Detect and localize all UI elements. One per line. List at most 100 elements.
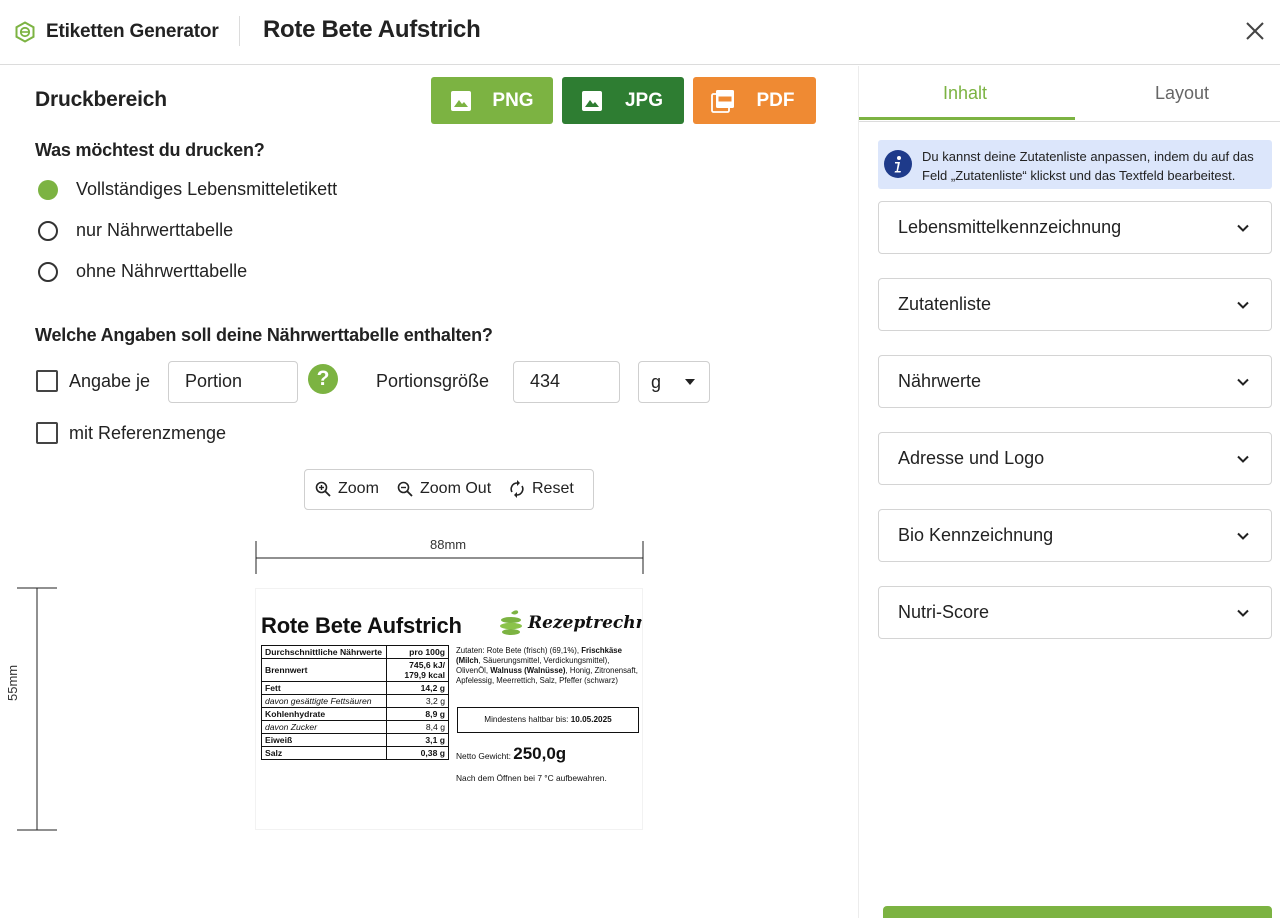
radio-button-selected[interactable] bbox=[38, 179, 58, 200]
reset-icon bbox=[510, 480, 524, 498]
image-icon bbox=[451, 91, 471, 111]
width-dimension-label: 88mm bbox=[430, 537, 467, 552]
accordion-nutri-score[interactable]: Nutri-Score bbox=[878, 586, 1272, 639]
accordion-address-logo[interactable]: Adresse und Logo bbox=[878, 432, 1272, 485]
nutrient-name: Fett bbox=[261, 681, 387, 695]
radio-full-label[interactable]: Vollständiges Lebensmitteletikett bbox=[38, 179, 337, 200]
radio-button[interactable] bbox=[38, 220, 58, 241]
nutrient-name: davon gesättigte Fettsäuren bbox=[261, 694, 387, 708]
nutrient-name: Kohlenhydrate bbox=[261, 707, 387, 721]
close-icon[interactable] bbox=[1242, 18, 1268, 44]
reset-button[interactable]: Reset bbox=[509, 480, 574, 498]
zoom-in-icon bbox=[315, 481, 331, 497]
storage-note: Nach dem Öffnen bei 7 °C aufbewahren. bbox=[456, 773, 607, 783]
accordion-nutrients[interactable]: Nährwerte bbox=[878, 355, 1272, 408]
app-header: Etiketten Generator Rote Bete Aufstrich bbox=[0, 0, 1280, 65]
reference-check-row[interactable]: mit Referenzmenge bbox=[36, 422, 226, 444]
table-row: davon Zucker 8,4 g bbox=[261, 720, 450, 734]
radio-label: nur Nährwerttabelle bbox=[76, 220, 234, 240]
print-area-panel: Druckbereich PNG JPG PDF Was möchtest du… bbox=[0, 66, 858, 918]
info-text: Du kannst deine Zutatenliste anpassen, i… bbox=[922, 149, 1254, 183]
nutrient-name: davon Zucker bbox=[261, 720, 387, 734]
logo-wordmark: Rezeptrechner bbox=[528, 613, 642, 633]
ingredients-prefix: Zutaten: Rote Bete (frisch) (69,1%), bbox=[456, 646, 582, 655]
table-row: davon gesättigte Fettsäuren 3,2 g bbox=[261, 694, 450, 708]
info-icon bbox=[884, 150, 912, 178]
accordion-label: Zutatenliste bbox=[898, 294, 992, 314]
zoom-out-button[interactable]: Zoom Out bbox=[397, 480, 491, 498]
per-unit-input[interactable]: Portion bbox=[168, 361, 298, 403]
reference-label: mit Referenzmenge bbox=[69, 422, 227, 443]
zoom-out-label: Zoom Out bbox=[420, 480, 492, 497]
radio-button[interactable] bbox=[38, 261, 58, 282]
export-png-label: PNG bbox=[492, 90, 534, 111]
per-portion-checkbox[interactable] bbox=[36, 370, 58, 392]
info-banner: Du kannst deine Zutatenliste anpassen, i… bbox=[878, 140, 1272, 189]
ingredients-text[interactable]: Zutaten: Rote Bete (frisch) (69,1%), Fri… bbox=[456, 646, 641, 686]
best-before-date: 10.05.2025 bbox=[570, 715, 612, 724]
per-portion-check-row[interactable]: Angabe je bbox=[36, 370, 150, 392]
export-jpg-label: JPG bbox=[624, 90, 664, 111]
per-portion-label: Angabe je bbox=[69, 370, 151, 391]
image-icon bbox=[582, 91, 602, 111]
net-weight-label: Netto Gewicht: bbox=[456, 751, 514, 761]
tab-content[interactable]: Inhalt bbox=[943, 83, 987, 104]
best-before-label: Mindestens haltbar bis: bbox=[484, 715, 571, 724]
save-button[interactable] bbox=[883, 906, 1272, 918]
height-dimension-label: 55mm bbox=[5, 664, 20, 701]
table-question: Welche Angaben soll deine Nährwerttabell… bbox=[35, 325, 493, 345]
radio-without-table[interactable]: ohne Nährwerttabelle bbox=[38, 261, 247, 282]
accordion-label: Nutri-Score bbox=[898, 602, 990, 622]
brand[interactable]: Etiketten Generator bbox=[14, 19, 219, 45]
table-row: Kohlenhydrate 8,9 g bbox=[261, 707, 450, 721]
nutrient-value: 14,2 g bbox=[385, 681, 450, 695]
accordion-food-labeling[interactable]: Lebensmittelkennzeichnung bbox=[878, 201, 1272, 254]
export-jpg-button[interactable]: JPG bbox=[562, 77, 684, 124]
nutrient-value: 8,9 g bbox=[385, 707, 450, 721]
radio-label: Vollständiges Lebensmitteletikett bbox=[76, 179, 338, 199]
zoom-out-icon bbox=[397, 481, 413, 497]
nutrient-value: 3,2 g bbox=[385, 694, 450, 708]
unit-value: g bbox=[651, 372, 662, 392]
portion-size-label: Portionsgröße bbox=[376, 371, 490, 391]
table-header-cell: Durchschnittliche Nährwerte bbox=[261, 645, 387, 659]
chevron-down-icon bbox=[1237, 378, 1249, 386]
table-row: Salz 0,38 g bbox=[261, 746, 450, 760]
accordion-ingredients[interactable]: Zutatenliste bbox=[878, 278, 1272, 331]
table-row: Durchschnittliche Nährwerte pro 100g bbox=[261, 645, 450, 659]
nutrient-value: 3,1 g bbox=[385, 733, 450, 747]
export-pdf-label: PDF bbox=[756, 90, 795, 111]
export-pdf-button[interactable]: PDF bbox=[693, 77, 816, 124]
export-png-button[interactable]: PNG bbox=[431, 77, 553, 124]
table-row: Fett 14,2 g bbox=[261, 681, 450, 695]
accordion-label: Adresse und Logo bbox=[898, 448, 1045, 468]
chevron-down-icon bbox=[1237, 532, 1249, 540]
sidebar-tabs: Inhalt Layout bbox=[859, 66, 1280, 122]
tab-layout[interactable]: Layout bbox=[1155, 83, 1209, 104]
portion-size-input[interactable]: 434 bbox=[513, 361, 620, 403]
reference-checkbox[interactable] bbox=[36, 422, 58, 444]
nutrient-value: 0,38 g bbox=[385, 746, 450, 760]
accordion-label: Bio Kennzeichnung bbox=[898, 525, 1054, 545]
apple-logo-icon bbox=[500, 610, 522, 635]
zoom-in-button[interactable]: Zoom bbox=[315, 480, 379, 498]
chevron-down-icon bbox=[1237, 224, 1249, 232]
table-row: Eiweiß 3,1 g bbox=[261, 733, 450, 747]
label-preview[interactable]: Rote Bete Aufstrich Rezeptrechner Durchs… bbox=[255, 588, 643, 830]
accordion-label: Nährwerte bbox=[898, 371, 982, 391]
accordion-organic[interactable]: Bio Kennzeichnung bbox=[878, 509, 1272, 562]
question-icon[interactable]: ? bbox=[308, 364, 338, 394]
active-tab-indicator bbox=[859, 117, 1075, 120]
label-title: Rote Bete Aufstrich bbox=[261, 613, 462, 638]
print-question: Was möchtest du drucken? bbox=[35, 140, 265, 160]
unit-select[interactable]: g bbox=[638, 361, 710, 403]
pdf-icon bbox=[711, 90, 734, 113]
brand-logo: Rezeptrechner bbox=[498, 607, 642, 639]
nutrient-value: 8,4 g bbox=[385, 720, 450, 734]
zoom-in-label: Zoom bbox=[338, 480, 379, 497]
chevron-down-icon bbox=[1237, 301, 1249, 309]
net-weight: Netto Gewicht: 250,0g bbox=[456, 744, 566, 764]
radio-only-table[interactable]: nur Nährwerttabelle bbox=[38, 220, 233, 241]
allergen-milch: Milch bbox=[458, 656, 479, 665]
print-area-title: Druckbereich bbox=[35, 88, 167, 111]
